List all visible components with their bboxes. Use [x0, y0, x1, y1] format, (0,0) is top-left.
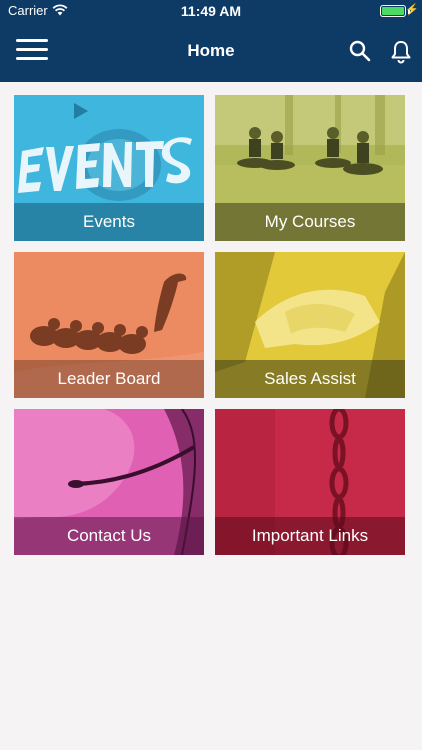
battery-level: [382, 7, 404, 15]
status-time: 11:49 AM: [180, 3, 242, 19]
hamburger-icon-bar: [16, 48, 48, 51]
tile-label: My Courses: [264, 212, 356, 231]
tile-label: Events: [83, 212, 135, 231]
tile-events[interactable]: Events: [14, 95, 204, 241]
tile-my-courses[interactable]: My Courses: [215, 95, 405, 241]
tile-contact-us[interactable]: Contact Us: [14, 409, 204, 555]
tile-sales-assist[interactable]: Sales Assist: [215, 252, 405, 398]
hamburger-icon-bar: [16, 39, 48, 42]
menu-button[interactable]: [16, 39, 48, 63]
search-icon[interactable]: [349, 40, 371, 62]
status-bar: Carrier 11:49 AM ⚡: [0, 0, 422, 22]
hamburger-icon-bar: [16, 57, 48, 60]
app-header: Carrier 11:49 AM ⚡ Home: [0, 0, 422, 82]
battery-icon: [380, 5, 406, 17]
tile-leader-board[interactable]: Leader Board: [14, 252, 204, 398]
tile-label: Sales Assist: [264, 369, 356, 388]
nav-bar: Home: [0, 22, 422, 82]
bell-icon[interactable]: [390, 40, 412, 64]
tile-label: Important Links: [251, 526, 369, 545]
tile-label: Leader Board: [57, 369, 161, 388]
charging-bolt-icon: ⚡: [405, 4, 419, 16]
tile-important-links[interactable]: Important Links: [215, 409, 405, 555]
tile-label: Contact Us: [66, 526, 152, 545]
